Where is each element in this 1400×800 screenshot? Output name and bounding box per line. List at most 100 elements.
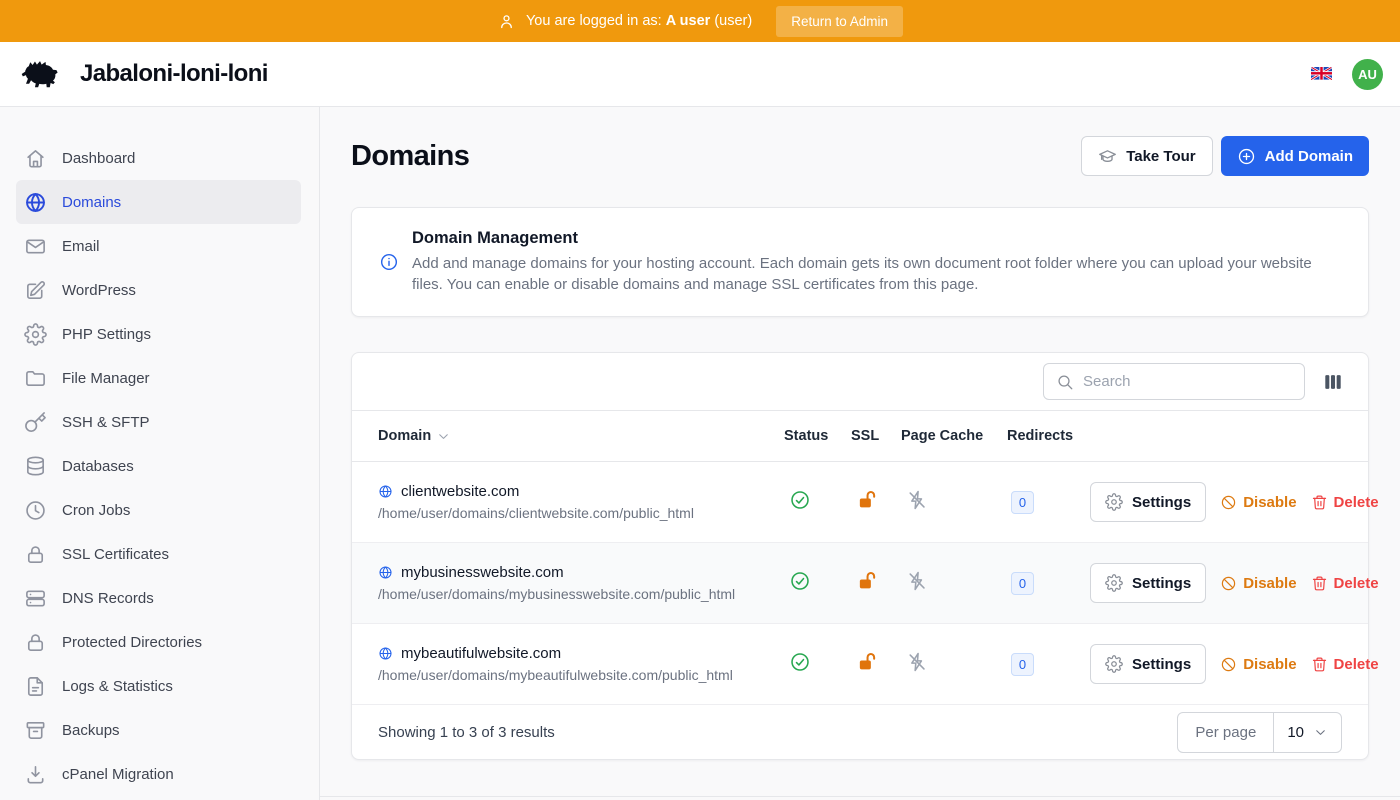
- home-icon: [24, 147, 47, 170]
- column-visibility-button[interactable]: [1322, 371, 1344, 393]
- info-icon: [379, 252, 399, 272]
- plus-circle-icon: [1237, 147, 1256, 166]
- chevron-down-icon: [1313, 725, 1328, 740]
- sidebar-item-backups[interactable]: Backups: [16, 708, 301, 752]
- language-flag-icon[interactable]: [1311, 67, 1332, 82]
- redirects-cell: 0: [1007, 572, 1090, 595]
- add-domain-button[interactable]: Add Domain: [1221, 136, 1369, 176]
- lock-icon: [24, 543, 47, 566]
- key-icon: [24, 411, 47, 434]
- info-card-title: Domain Management: [412, 229, 1337, 248]
- mail-icon: [24, 235, 47, 258]
- gear-icon: [1105, 574, 1123, 592]
- domain-path: /home/user/domains/mybusinesswebsite.com…: [378, 586, 784, 602]
- disable-link[interactable]: Disable: [1220, 656, 1296, 673]
- delete-link[interactable]: Delete: [1311, 656, 1379, 673]
- domain-management-info-card: Domain Management Add and manage domains…: [351, 207, 1369, 317]
- column-header-redirects: Redirects: [1007, 428, 1090, 444]
- ban-icon: [1220, 494, 1237, 511]
- clock-icon: [24, 499, 47, 522]
- ban-icon: [1220, 656, 1237, 673]
- sidebar-item-dashboard[interactable]: Dashboard: [16, 136, 301, 180]
- sidebar-item-dns-records[interactable]: DNS Records: [16, 576, 301, 620]
- banner-message: You are logged in as: A user (user): [526, 13, 752, 29]
- globe-icon: [378, 646, 393, 661]
- user-icon: [497, 12, 516, 31]
- disable-link[interactable]: Disable: [1220, 494, 1296, 511]
- banner-user-role: (user): [714, 13, 752, 29]
- settings-button[interactable]: Settings: [1090, 644, 1206, 684]
- sidebar-item-cpanel-migration[interactable]: cPanel Migration: [16, 752, 301, 796]
- lock-icon: [24, 631, 47, 654]
- table-row: mybusinesswebsite.com /home/user/domains…: [352, 543, 1368, 624]
- redirects-count-badge: 0: [1011, 653, 1034, 676]
- file-text-icon: [24, 675, 47, 698]
- page-cache-off-icon: [901, 489, 1007, 516]
- ssl-unlocked-icon: [851, 570, 901, 597]
- brand-name: Jabaloni-loni-loni: [80, 60, 268, 88]
- delete-link[interactable]: Delete: [1311, 494, 1379, 511]
- table-footer: Showing 1 to 3 of 3 results Per page 10: [352, 705, 1368, 759]
- column-header-domain[interactable]: Domain: [378, 428, 784, 444]
- edit-icon: [24, 279, 47, 302]
- brand[interactable]: Jabaloni-loni-loni: [17, 56, 268, 92]
- server-icon: [24, 587, 47, 610]
- sidebar-item-ssh-sftp[interactable]: SSH & SFTP: [16, 400, 301, 444]
- delete-link[interactable]: Delete: [1311, 575, 1379, 592]
- table-header-row: Domain Status SSL Page Cache Redirects: [352, 410, 1368, 462]
- trash-icon: [1311, 494, 1328, 511]
- globe-icon: [24, 191, 47, 214]
- sidebar-item-cron-jobs[interactable]: Cron Jobs: [16, 488, 301, 532]
- redirects-cell: 0: [1007, 491, 1090, 514]
- search-input[interactable]: [1083, 373, 1292, 390]
- domain-name[interactable]: clientwebsite.com: [401, 483, 519, 500]
- main-content: Domains Take Tour Add Domain Domain Mana…: [320, 107, 1400, 800]
- take-tour-button[interactable]: Take Tour: [1081, 136, 1212, 176]
- sidebar-item-ssl-certificates[interactable]: SSL Certificates: [16, 532, 301, 576]
- domain-path: /home/user/domains/mybeautifulwebsite.co…: [378, 667, 784, 683]
- folder-icon: [24, 367, 47, 390]
- redirects-count-badge: 0: [1011, 491, 1034, 514]
- actions-cell: Settings Disable Delete: [1090, 563, 1342, 603]
- table-row: clientwebsite.com /home/user/domains/cli…: [352, 462, 1368, 543]
- info-card-description: Add and manage domains for your hosting …: [412, 254, 1337, 295]
- page-cache-off-icon: [901, 651, 1007, 678]
- table-toolbar: [352, 353, 1368, 410]
- download-icon: [24, 763, 47, 786]
- database-icon: [24, 455, 47, 478]
- settings-button[interactable]: Settings: [1090, 563, 1206, 603]
- domain-name[interactable]: mybeautifulwebsite.com: [401, 645, 561, 662]
- chevron-down-icon[interactable]: [436, 429, 451, 444]
- sidebar-item-databases[interactable]: Databases: [16, 444, 301, 488]
- sidebar-item-php-settings[interactable]: PHP Settings: [16, 312, 301, 356]
- globe-icon: [378, 565, 393, 580]
- domain-cell: clientwebsite.com /home/user/domains/cli…: [378, 483, 784, 521]
- sidebar-item-logs-statistics[interactable]: Logs & Statistics: [16, 664, 301, 708]
- sidebar-item-file-manager[interactable]: File Manager: [16, 356, 301, 400]
- settings-button[interactable]: Settings: [1090, 482, 1206, 522]
- gear-icon: [1105, 493, 1123, 511]
- domain-name[interactable]: mybusinesswebsite.com: [401, 564, 564, 581]
- sidebar-item-domains[interactable]: Domains: [16, 180, 301, 224]
- disable-link[interactable]: Disable: [1220, 575, 1296, 592]
- sidebar-item-email[interactable]: Email: [16, 224, 301, 268]
- actions-cell: Settings Disable Delete: [1090, 644, 1342, 684]
- domain-cell: mybusinesswebsite.com /home/user/domains…: [378, 564, 784, 602]
- sidebar-item-protected-directories[interactable]: Protected Directories: [16, 620, 301, 664]
- per-page-label: Per page: [1178, 713, 1274, 752]
- search-box: [1043, 363, 1305, 400]
- app-header: Jabaloni-loni-loni AU: [0, 42, 1400, 107]
- trash-icon: [1311, 656, 1328, 673]
- column-header-status: Status: [784, 428, 851, 444]
- return-to-admin-button[interactable]: Return to Admin: [776, 6, 903, 37]
- sidebar-item-wordpress[interactable]: WordPress: [16, 268, 301, 312]
- per-page-select[interactable]: 10: [1274, 713, 1341, 752]
- ban-icon: [1220, 575, 1237, 592]
- user-avatar[interactable]: AU: [1352, 59, 1383, 90]
- archive-icon: [24, 719, 47, 742]
- globe-icon: [378, 484, 393, 499]
- search-icon: [1056, 373, 1074, 391]
- ssl-unlocked-icon: [851, 489, 901, 516]
- domains-table-card: Domain Status SSL Page Cache Redirects c…: [351, 352, 1369, 760]
- table-row: mybeautifulwebsite.com /home/user/domain…: [352, 624, 1368, 705]
